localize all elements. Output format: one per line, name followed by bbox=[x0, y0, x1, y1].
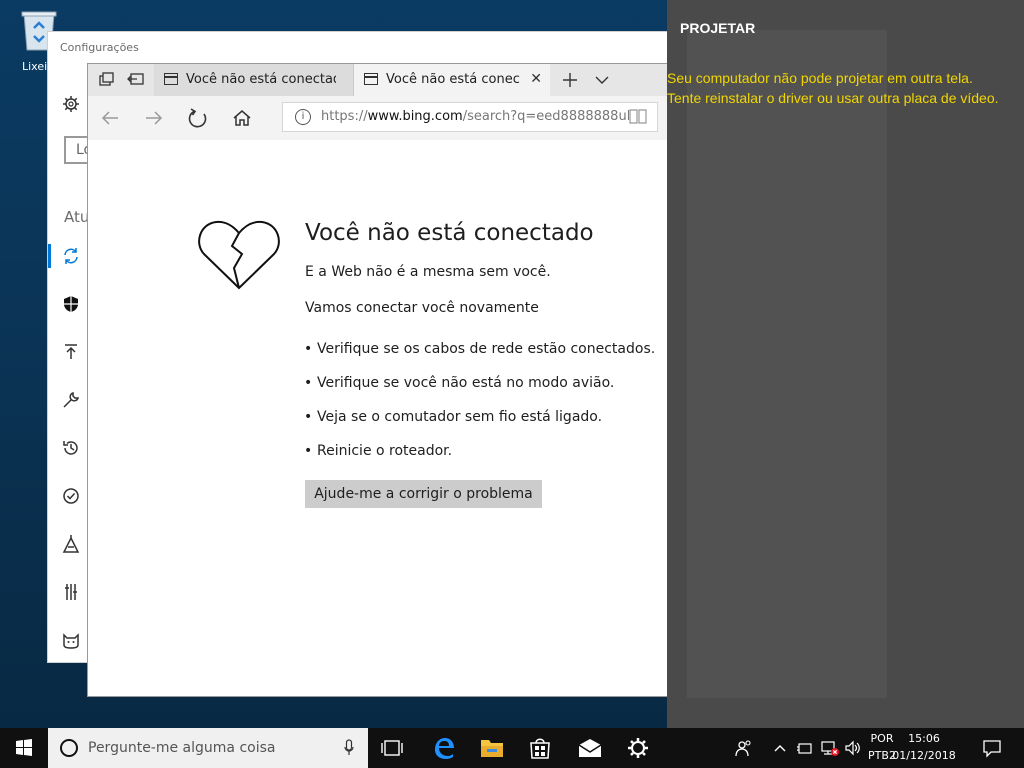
network-disconnected-icon[interactable] bbox=[820, 739, 840, 757]
people-icon[interactable] bbox=[734, 738, 754, 758]
history-icon[interactable] bbox=[61, 438, 81, 458]
edge-browser-window[interactable]: Você não está conectado Você não está co… bbox=[88, 64, 668, 696]
reconnect-heading: Vamos conectar você novamente bbox=[305, 300, 539, 316]
cortana-search-box[interactable]: Pergunte-me alguma coisa bbox=[48, 728, 368, 768]
shield-icon[interactable] bbox=[61, 294, 81, 314]
address-bar[interactable]: i https://www.bing.com/search?q=eed88888… bbox=[282, 102, 658, 132]
reading-view-icon[interactable] bbox=[629, 108, 647, 124]
chevron-up-icon[interactable] bbox=[772, 740, 788, 756]
page-content: Você não está conectado E a Web não é a … bbox=[88, 140, 668, 696]
sync-icon[interactable] bbox=[61, 246, 81, 266]
cortana-icon bbox=[60, 739, 78, 757]
tab-page-icon bbox=[364, 73, 378, 85]
project-error-message: Seu computador não pode projetar em outr… bbox=[667, 70, 999, 106]
file-explorer-icon[interactable] bbox=[468, 728, 516, 768]
browser-toolbar: i https://www.bing.com/search?q=eed88888… bbox=[88, 96, 668, 140]
tip-item: Verifique se você não está no modo avião… bbox=[304, 375, 614, 391]
settings-taskbar-icon[interactable] bbox=[614, 728, 662, 768]
forward-arrow-icon[interactable] bbox=[138, 102, 170, 134]
mail-icon[interactable] bbox=[566, 728, 614, 768]
close-tab-icon[interactable]: ✕ bbox=[530, 71, 542, 87]
task-view-icon[interactable] bbox=[368, 728, 416, 768]
chevron-down-icon[interactable] bbox=[586, 64, 618, 96]
tip-item: Verifique se os cabos de rede estão cone… bbox=[304, 341, 655, 357]
settings-window-title: Configurações bbox=[60, 41, 139, 54]
upload-icon[interactable] bbox=[61, 342, 81, 362]
store-icon[interactable] bbox=[516, 728, 564, 768]
device-icon[interactable] bbox=[796, 739, 814, 757]
error-subtitle: E a Web não é a mesma sem você. bbox=[305, 264, 551, 280]
tip-item: Veja se o comutador sem fio está ligado. bbox=[304, 409, 602, 425]
tab-not-connected-2[interactable]: Você não está conectad ✕ bbox=[354, 64, 550, 96]
edge-taskbar-icon[interactable] bbox=[420, 728, 468, 768]
action-center-icon[interactable] bbox=[982, 738, 1002, 758]
info-icon[interactable]: i bbox=[295, 109, 311, 125]
tab-not-connected-1[interactable]: Você não está conectado bbox=[154, 64, 354, 96]
error-title: Você não está conectado bbox=[305, 220, 594, 246]
volume-icon[interactable] bbox=[844, 739, 862, 757]
settings-section-heading: Atu bbox=[64, 208, 90, 226]
tab-label: Você não está conectado bbox=[186, 72, 336, 87]
set-tabs-aside-icon[interactable] bbox=[90, 64, 122, 96]
tab-bar: Você não está conectado Você não está co… bbox=[88, 64, 668, 96]
clock[interactable]: 15:06 01/12/2018 bbox=[888, 730, 960, 764]
blurred-background bbox=[687, 30, 887, 698]
taskbar: Pergunte-me alguma coisa POR PTB2 15:06 … bbox=[0, 728, 1024, 768]
home-icon[interactable] bbox=[226, 102, 258, 134]
insider-cat-icon[interactable] bbox=[61, 630, 81, 650]
back-arrow-icon[interactable] bbox=[94, 102, 126, 134]
find-device-icon[interactable] bbox=[61, 534, 81, 554]
address-url: https://www.bing.com/search?q=eed8888888… bbox=[321, 109, 629, 124]
restore-tabs-icon[interactable] bbox=[120, 64, 152, 96]
developer-tools-icon[interactable] bbox=[61, 582, 81, 602]
project-panel: PROJETAR Seu computador não pode projeta… bbox=[667, 0, 1024, 728]
check-circle-icon[interactable] bbox=[61, 486, 81, 506]
search-placeholder: Pergunte-me alguma coisa bbox=[88, 740, 276, 756]
new-tab-icon[interactable] bbox=[554, 64, 586, 96]
project-panel-title: PROJETAR bbox=[680, 20, 756, 36]
wrench-icon[interactable] bbox=[61, 390, 81, 410]
tab-label: Você não está conectad bbox=[386, 72, 520, 87]
fix-problem-button[interactable]: Ajude-me a corrigir o problema bbox=[305, 480, 542, 508]
tip-item: Reinicie o roteador. bbox=[304, 443, 452, 459]
tab-page-icon bbox=[164, 73, 178, 85]
windows-start-icon[interactable] bbox=[0, 728, 48, 768]
microphone-icon[interactable] bbox=[344, 738, 354, 758]
gear-icon[interactable] bbox=[63, 96, 79, 112]
settings-active-indicator bbox=[48, 244, 51, 268]
refresh-icon[interactable] bbox=[182, 102, 214, 134]
broken-heart-icon bbox=[198, 220, 280, 290]
